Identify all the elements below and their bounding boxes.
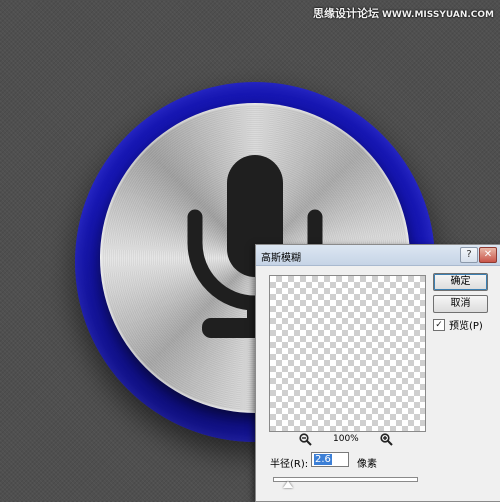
watermark-text: 思缘设计论坛 <box>312 7 379 20</box>
dialog-title: 高斯模糊 <box>261 253 301 264</box>
radius-slider-thumb[interactable] <box>282 481 293 488</box>
radius-input[interactable]: 2.6 <box>311 452 349 467</box>
zoom-in-icon[interactable] <box>380 433 393 446</box>
cancel-button[interactable]: 取消 <box>433 295 488 313</box>
preview-toggle[interactable]: ✓ 预览(P) <box>433 317 483 332</box>
dialog-titlebar[interactable]: 高斯模糊 ? ✕ <box>256 245 500 266</box>
watermark-url: WWW.MISSYUAN.COM <box>381 10 494 20</box>
preview-canvas[interactable] <box>269 275 426 432</box>
radius-label: 半径(R): <box>270 459 309 470</box>
help-button[interactable]: ? <box>460 247 478 263</box>
zoom-level: 100% <box>333 434 359 444</box>
watermark: 思缘设计论坛 WWW.MISSYUAN.COM <box>313 5 494 21</box>
radius-value: 2.6 <box>314 454 332 465</box>
zoom-controls: 100% <box>269 433 426 447</box>
preview-label: 预览(P) <box>449 321 483 332</box>
radius-unit: 像素 <box>357 459 377 470</box>
ok-button[interactable]: 确定 <box>433 273 488 291</box>
close-button[interactable]: ✕ <box>479 247 497 263</box>
radius-slider-track[interactable] <box>273 477 418 482</box>
preview-checkbox[interactable]: ✓ <box>433 318 445 331</box>
gaussian-blur-dialog: 高斯模糊 ? ✕ 100% 确定 取消 ✓ 预览(P) 半径(R): 2.6 像… <box>255 244 500 502</box>
zoom-out-icon[interactable] <box>299 433 312 446</box>
